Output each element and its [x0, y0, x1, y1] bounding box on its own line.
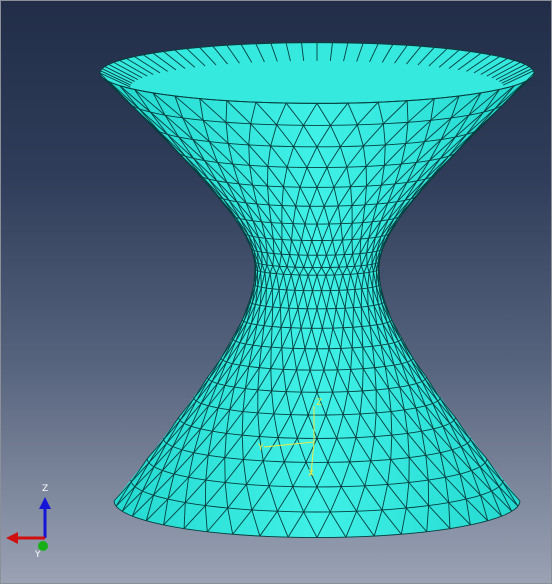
graphics-viewport[interactable]: Z Y X Z Y — [0, 0, 552, 584]
csys-y-label: Y — [257, 443, 264, 453]
csys-z-label: Z — [316, 398, 322, 408]
mesh-edge — [351, 239, 353, 255]
mesh-edge — [280, 307, 282, 328]
csys-x-label: X — [308, 469, 314, 479]
view-triad: Z Y — [6, 484, 51, 560]
triad-z-label: Z — [42, 484, 48, 494]
mesh-edge — [271, 306, 274, 327]
mesh-edge — [352, 307, 354, 328]
mesh-edge — [360, 306, 363, 327]
triad-x-arrow — [6, 532, 18, 544]
hyperboloid-part[interactable] — [99, 42, 535, 538]
model-canvas[interactable]: Z Y X Z Y — [1, 1, 551, 583]
triad-y-label: Y — [34, 550, 41, 560]
mesh-edge — [281, 239, 283, 255]
triad-z-arrow — [39, 497, 51, 509]
